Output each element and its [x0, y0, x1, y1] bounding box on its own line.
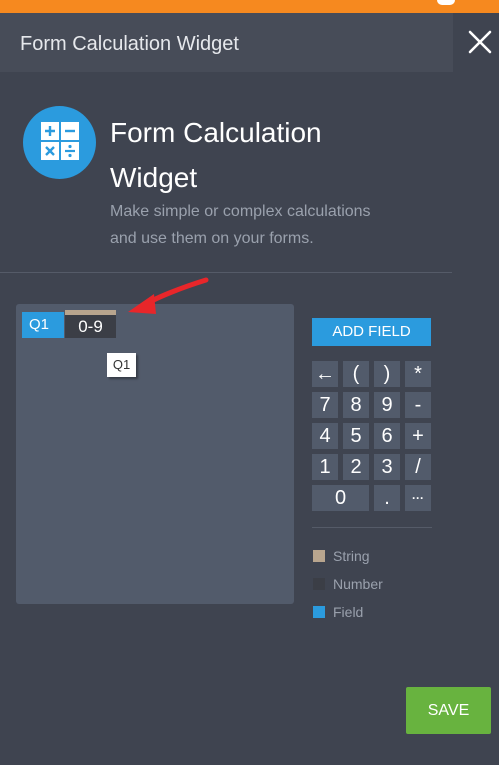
top-strip: [0, 0, 499, 13]
digit-5-key[interactable]: 5: [343, 423, 369, 449]
digit-9-key[interactable]: 9: [374, 392, 400, 418]
field-token[interactable]: Q1: [22, 312, 64, 338]
more-functions-key[interactable]: ···: [405, 485, 431, 511]
top-strip-icon: [437, 0, 455, 5]
legend-swatch-icon: [313, 550, 325, 562]
widget-description-line2: and use them on your forms.: [110, 230, 314, 247]
legend-label: Number: [333, 576, 383, 592]
number-token[interactable]: 0-9: [65, 310, 116, 338]
add-field-button[interactable]: ADD FIELD: [312, 318, 431, 346]
legend-label: Field: [333, 604, 364, 620]
close-paren-key[interactable]: ): [374, 361, 400, 387]
legend-swatch-icon: [313, 606, 325, 618]
calculator-icon: [23, 106, 96, 179]
red-arrow-icon: [128, 277, 209, 314]
digit-3-key[interactable]: 3: [374, 454, 400, 480]
backspace-key[interactable]: ←: [312, 361, 338, 387]
open-paren-key[interactable]: (: [343, 361, 369, 387]
divide-key[interactable]: /: [405, 454, 431, 480]
close-button[interactable]: [468, 30, 492, 54]
digit-4-key[interactable]: 4: [312, 423, 338, 449]
close-icon: [468, 30, 492, 54]
legend-divider: [312, 527, 432, 528]
digit-6-key[interactable]: 6: [374, 423, 400, 449]
multiply-key[interactable]: *: [405, 361, 431, 387]
math-operators-icon: [41, 122, 79, 160]
legend-swatch-icon: [313, 578, 325, 590]
minus-key[interactable]: -: [405, 392, 431, 418]
panel-title: Form Calculation Widget: [20, 33, 239, 55]
digit-1-key[interactable]: 1: [312, 454, 338, 480]
digit-2-key[interactable]: 2: [343, 454, 369, 480]
digit-8-key[interactable]: 8: [343, 392, 369, 418]
plus-key[interactable]: +: [405, 423, 431, 449]
widget-name-line1: Form Calculation: [110, 117, 322, 148]
widget-description: Make simple or complex calculations and …: [110, 198, 430, 252]
decimal-key[interactable]: .: [374, 485, 400, 511]
save-button[interactable]: SAVE: [406, 687, 491, 734]
section-divider: [0, 272, 452, 273]
widget-name-line2: Widget: [110, 162, 198, 193]
digit-7-key[interactable]: 7: [312, 392, 338, 418]
legend-label: String: [333, 548, 370, 564]
digit-0-key[interactable]: 0: [312, 485, 369, 511]
formula-editor[interactable]: Q1 0-9 Q1: [16, 304, 294, 604]
token-tooltip: Q1: [107, 353, 136, 377]
widget-description-line1: Make simple or complex calculations: [110, 203, 371, 220]
panel-header: Form Calculation Widget: [0, 13, 453, 72]
widget-name: Form Calculation Widget: [110, 110, 410, 200]
